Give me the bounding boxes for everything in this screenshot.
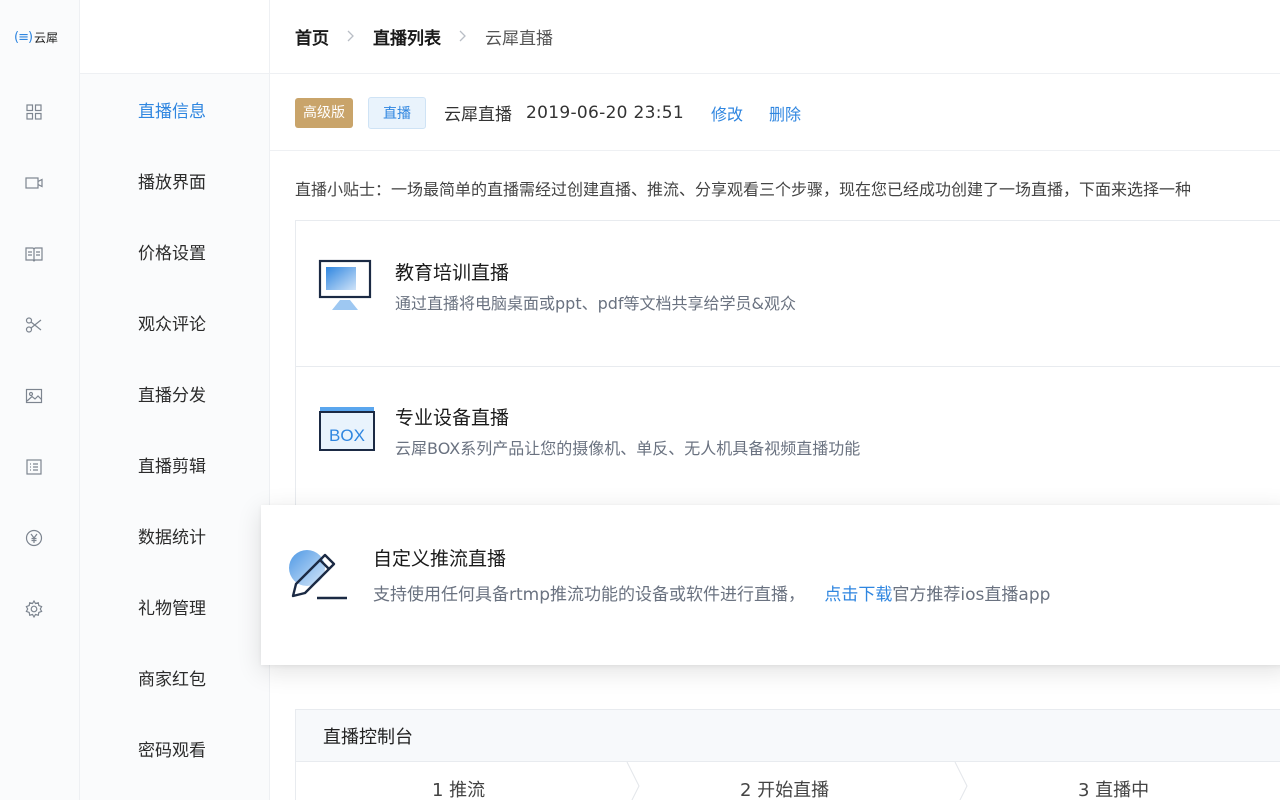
live-datetime: 2019-06-20 23:51 [526, 102, 684, 123]
step-chevron-icon [954, 761, 968, 800]
scissors-icon[interactable] [24, 315, 44, 335]
card-desc-custom-push: 支持使用任何具备rtmp推流功能的设备或软件进行直播， 点击下载官方推荐ios直… [373, 580, 1050, 605]
logo-mark-icon: (≡) [14, 30, 33, 45]
sub-menu: 直播信息 播放界面 价格设置 观众评论 直播分发 直播剪辑 数据统计 礼物管理 … [80, 0, 270, 800]
menu-item-player-ui[interactable]: 播放界面 [138, 171, 206, 195]
card-desc-education: 通过直播将电脑桌面或ppt、pdf等文档共享给学员&观众 [395, 294, 797, 313]
sub-menu-header [80, 0, 269, 74]
breadcrumb: 首页 直播列表 云犀直播 [270, 0, 1280, 74]
console-title: 直播控制台 [296, 710, 1280, 762]
list-icon[interactable] [24, 457, 44, 477]
card-desc-custom-push-text: 支持使用任何具备rtmp推流功能的设备或软件进行直播， [373, 585, 806, 605]
menu-item-clipping[interactable]: 直播剪辑 [138, 455, 206, 479]
step-chevron-icon [626, 761, 640, 800]
menu-item-price-settings[interactable]: 价格设置 [138, 242, 206, 266]
menu-item-red-packets[interactable]: 商家红包 [138, 668, 206, 692]
live-tip: 直播小贴士：一场最简单的直播需经过创建直播、推流、分享观看三个步骤，现在您已经成… [295, 180, 1192, 199]
step-living[interactable]: 3 直播中 [1078, 776, 1149, 800]
tier-badge: 高级版 [295, 97, 353, 128]
menu-item-gifts[interactable]: 礼物管理 [138, 597, 206, 621]
menu-item-distribution[interactable]: 直播分发 [138, 384, 206, 408]
card-custom-push[interactable]: 自定义推流直播 支持使用任何具备rtmp推流功能的设备或软件进行直播， 点击下载… [261, 505, 1280, 665]
live-mode-cards: 教育培训直播 通过直播将电脑桌面或ppt、pdf等文档共享给学员&观众 BOX … [295, 220, 1280, 510]
edit-link[interactable]: 修改 [711, 101, 743, 125]
card-title-custom-push: 自定义推流直播 [373, 548, 507, 570]
live-info-bar: 高级版 直播 云犀直播 2019-06-20 23:51 修改 删除 [270, 75, 1280, 151]
breadcrumb-home[interactable]: 首页 [295, 24, 329, 49]
menu-item-password-view[interactable]: 密码观看 [138, 739, 206, 763]
card-desc-pro-device: 云犀BOX系列产品让您的摄像机、单反、无人机具备视频直播功能 [395, 439, 861, 458]
download-link[interactable]: 点击下载 [824, 585, 892, 605]
step-push[interactable]: 1 推流 [432, 776, 485, 800]
chevron-right-icon [347, 28, 355, 46]
chevron-right-icon [459, 28, 467, 46]
book-icon[interactable] [24, 244, 44, 264]
image-icon[interactable] [24, 386, 44, 406]
type-badge: 直播 [368, 96, 426, 129]
breadcrumb-live-list[interactable]: 直播列表 [373, 24, 441, 49]
monitor-icon [318, 258, 374, 316]
box-icon-text: BOX [329, 426, 365, 445]
step-start-live[interactable]: 2 开始直播 [740, 776, 829, 800]
live-name: 云犀直播 [444, 105, 512, 125]
gear-icon[interactable] [24, 599, 44, 619]
box-icon: BOX [318, 406, 376, 458]
yen-icon[interactable] [24, 528, 44, 548]
card-title-education: 教育培训直播 [395, 262, 510, 284]
menu-item-comments[interactable]: 观众评论 [138, 313, 206, 337]
logo-text: 云犀 [34, 31, 59, 45]
card-divider [296, 366, 1280, 367]
card-title-pro-device: 专业设备直播 [395, 407, 510, 429]
pen-icon [287, 546, 349, 608]
card-desc-custom-push-suffix: 官方推荐ios直播app [892, 585, 1051, 605]
logo[interactable]: (≡) 云犀 [14, 29, 58, 46]
live-console: 直播控制台 1 推流 2 开始直播 3 直播中 [295, 709, 1280, 800]
menu-item-statistics[interactable]: 数据统计 [138, 526, 206, 550]
delete-link[interactable]: 删除 [769, 101, 801, 125]
video-icon[interactable] [24, 173, 44, 193]
icon-rail: (≡) 云犀 [0, 0, 80, 800]
console-steps: 1 推流 2 开始直播 3 直播中 [296, 761, 1280, 800]
grid-icon[interactable] [24, 102, 44, 122]
menu-item-live-info[interactable]: 直播信息 [138, 100, 206, 124]
breadcrumb-current: 云犀直播 [485, 29, 553, 49]
